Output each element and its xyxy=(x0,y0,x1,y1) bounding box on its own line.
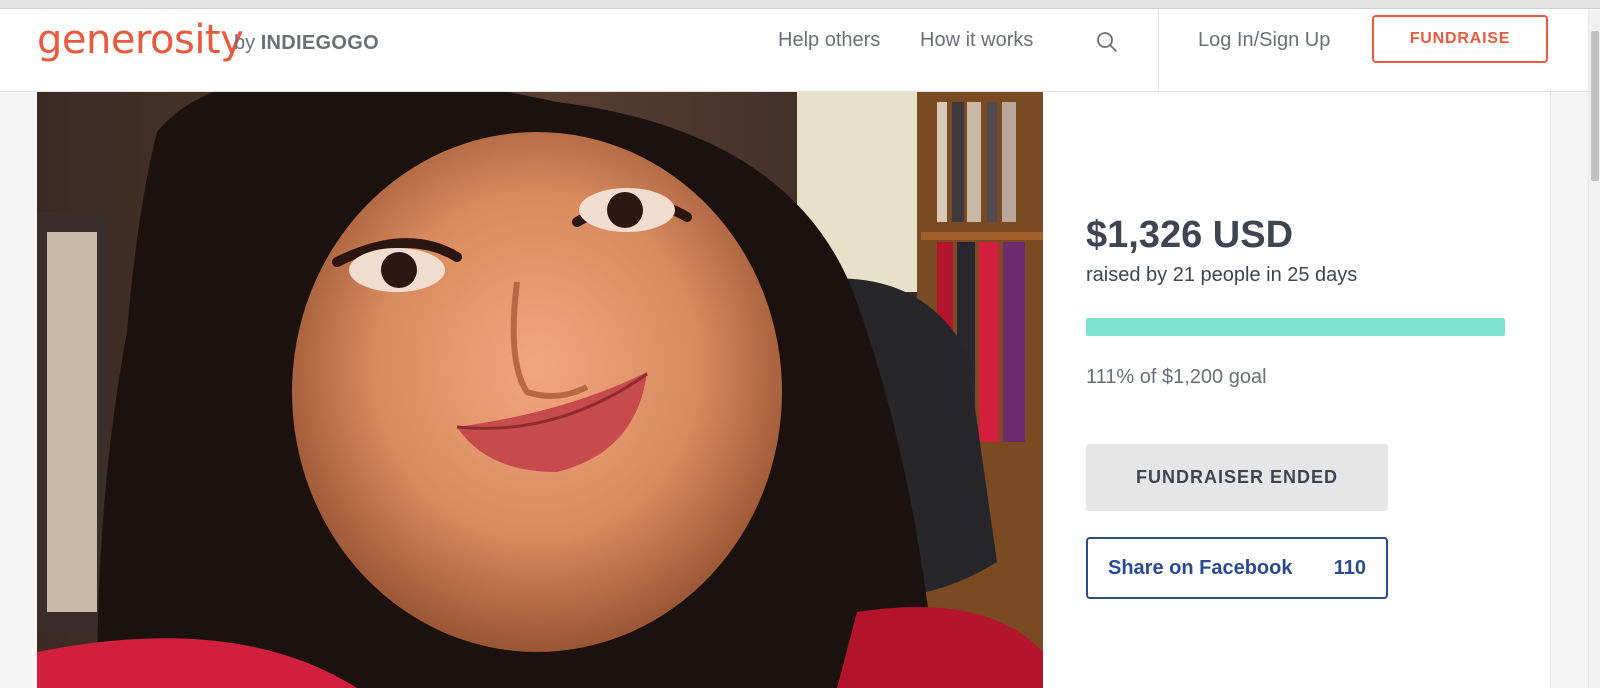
scrollbar-thumb[interactable] xyxy=(1591,31,1599,181)
generosity-logo[interactable]: generosity xyxy=(37,17,244,63)
amount-raised: $1,326 USD xyxy=(1086,214,1294,256)
raised-by-text: raised by 21 people in 25 days xyxy=(1086,264,1358,286)
by-indiegogo: by INDIEGOGO xyxy=(234,32,379,55)
share-on-facebook-button[interactable]: Share on Facebook 110 xyxy=(1086,537,1388,599)
search-icon[interactable] xyxy=(1096,31,1118,53)
nav-how-it-works[interactable]: How it works xyxy=(920,29,1033,52)
site-header: generosity by INDIEGOGO Help others How … xyxy=(0,9,1588,92)
share-count: 110 xyxy=(1333,556,1366,579)
campaign-card: $1,326 USD raised by 21 people in 25 day… xyxy=(37,92,1551,688)
funding-panel: $1,326 USD raised by 21 people in 25 day… xyxy=(1086,92,1536,688)
funding-progress-fill xyxy=(1086,318,1505,336)
indiegogo-brand: INDIEGOGO xyxy=(260,32,379,54)
goal-text: 111% of $1,200 goal xyxy=(1086,366,1267,388)
fundraiser-ended-button: FUNDRAISER ENDED xyxy=(1086,444,1388,511)
fundraise-button[interactable]: FUNDRAISE xyxy=(1372,15,1548,63)
page-scrollbar[interactable] xyxy=(1588,9,1600,688)
login-signup-link[interactable]: Log In/Sign Up xyxy=(1198,29,1330,52)
nav-help-others[interactable]: Help others xyxy=(778,29,880,52)
share-label: Share on Facebook xyxy=(1108,556,1293,579)
header-divider xyxy=(1158,9,1159,91)
funding-progress-bar xyxy=(1086,318,1505,336)
browser-top-edge xyxy=(0,0,1600,9)
by-text: by xyxy=(234,32,256,54)
campaign-hero-photo xyxy=(37,92,1043,688)
